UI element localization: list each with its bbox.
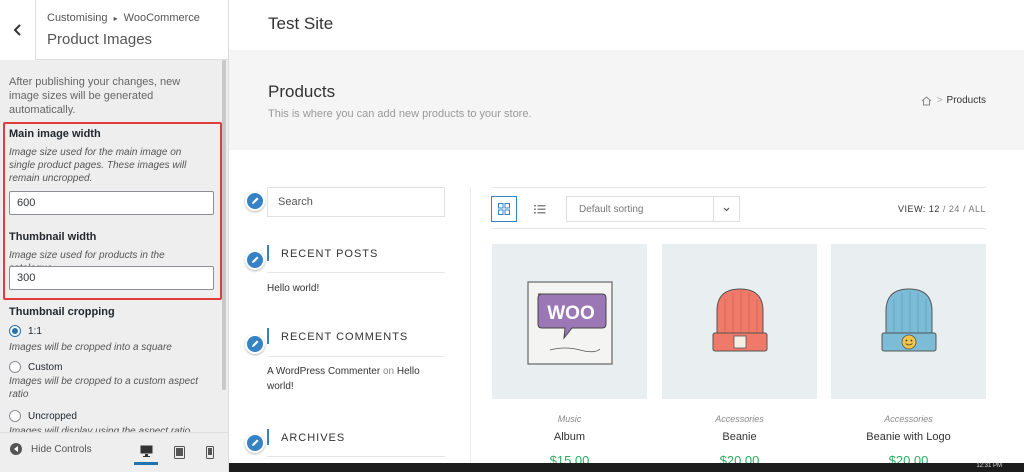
main-image-width-label: Main image width — [9, 128, 101, 140]
products-per-page: VIEW: 12 / 24 / ALL — [898, 204, 986, 214]
product-image[interactable] — [831, 244, 986, 399]
tablet-icon — [173, 445, 185, 459]
mobile-icon — [206, 445, 214, 459]
page-title: Products — [268, 82, 336, 101]
edit-widget-pencil-icon[interactable] — [245, 334, 265, 354]
product-name[interactable]: Album — [492, 431, 647, 443]
divider — [267, 456, 445, 457]
thumbnail-cropping-label: Thumbnail cropping — [9, 306, 115, 318]
main-image-width-description: Image size used for the main image on si… — [9, 147, 187, 184]
site-title[interactable]: Test Site — [268, 14, 333, 34]
radio-checked-icon[interactable] — [9, 325, 21, 337]
crop-option-description: Images will be cropped to a custom aspec… — [9, 376, 198, 400]
crop-option-label: Custom — [28, 361, 63, 373]
panel-title: Product Images — [47, 31, 153, 48]
publish-note: After publishing your changes, new image… — [9, 76, 181, 116]
product-image[interactable]: WOO — [492, 244, 647, 399]
crop-option-1-1[interactable]: 1:1 — [9, 325, 42, 337]
recent-comments-title: RECENT COMMENTS — [267, 328, 445, 344]
view-option-24[interactable]: 24 — [949, 204, 960, 214]
breadcrumb-section: WooCommerce — [123, 12, 200, 24]
sidebar-scrollbar[interactable] — [222, 60, 226, 390]
view-option-12[interactable]: 12 — [929, 204, 940, 214]
collapse-arrow-icon — [10, 443, 22, 455]
view-option-all[interactable]: ALL — [968, 204, 986, 214]
customizer-sidebar: Customising ▸ WooCommerce Product Images… — [0, 0, 229, 472]
crop-option-label: Uncropped — [28, 410, 77, 422]
list-view-button[interactable] — [527, 196, 553, 222]
mobile-preview-button[interactable] — [198, 439, 222, 465]
divider — [267, 272, 445, 273]
thumbnail-width-input[interactable] — [9, 266, 214, 290]
woo-album-icon: WOO — [526, 280, 613, 365]
breadcrumb-parent: Customising — [47, 12, 108, 24]
os-taskbar: 12:31 PM — [229, 463, 1024, 472]
crop-option-label: 1:1 — [28, 325, 42, 337]
home-icon[interactable] — [921, 95, 932, 106]
edit-widget-pencil-icon[interactable] — [245, 433, 265, 453]
crop-option-uncropped[interactable]: Uncropped — [9, 410, 77, 422]
breadcrumb-arrow: > — [936, 95, 943, 106]
svg-text:WOO: WOO — [547, 303, 595, 324]
desktop-preview-button[interactable] — [134, 439, 158, 465]
archives-title: ARCHIVES — [267, 429, 445, 445]
radio-icon[interactable] — [9, 410, 21, 422]
breadcrumb-current: Products — [946, 95, 986, 106]
view-separator: / — [962, 204, 966, 214]
grid-view-button[interactable] — [491, 196, 517, 222]
crop-option-custom[interactable]: Custom — [9, 361, 62, 373]
recent-comment: A WordPress Commenter on Hello world! — [267, 364, 445, 394]
page-description: This is where you can add new products t… — [268, 108, 532, 120]
hide-controls-button[interactable]: Hide Controls — [10, 443, 92, 455]
sidebar-breadcrumb: Customising ▸ WooCommerce — [47, 12, 200, 24]
product-category[interactable]: Music — [492, 414, 647, 424]
product-name[interactable]: Beanie — [662, 431, 817, 443]
crop-option-description: Images will be cropped into a square — [9, 342, 172, 353]
thumbnail-width-label: Thumbnail width — [9, 231, 97, 243]
sorting-value: Default sorting — [579, 203, 644, 215]
product-category[interactable]: Accessories — [831, 414, 986, 424]
sidebar-header: Customising ▸ WooCommerce Product Images — [0, 0, 228, 60]
radio-icon[interactable] — [9, 361, 21, 373]
edit-widget-pencil-icon[interactable] — [245, 250, 265, 270]
product-name[interactable]: Beanie with Logo — [831, 431, 986, 443]
product-category[interactable]: Accessories — [662, 414, 817, 424]
column-divider — [470, 187, 471, 472]
taskbar-clock: 12:31 PM — [976, 463, 1002, 469]
tablet-preview-button[interactable] — [167, 439, 191, 465]
back-button[interactable] — [0, 0, 36, 60]
divider — [267, 356, 445, 357]
search-input[interactable]: Search — [267, 187, 445, 217]
orange-beanie-icon — [712, 287, 767, 351]
list-icon — [534, 205, 546, 214]
edit-widget-pencil-icon[interactable] — [245, 191, 265, 211]
main-image-width-input[interactable] — [9, 191, 214, 215]
view-label: VIEW: — [898, 204, 926, 214]
comment-author-link[interactable]: A WordPress Commenter — [267, 366, 380, 377]
breadcrumb-separator: ▸ — [113, 14, 118, 23]
sorting-select[interactable]: Default sorting — [566, 196, 740, 222]
comment-on-text: on — [382, 366, 395, 377]
comment-post-link[interactable]: Hello — [397, 366, 420, 377]
grid-icon — [498, 203, 510, 215]
view-separator: / — [942, 204, 946, 214]
product-card[interactable]: WOO Music Album $15.00 — [492, 244, 647, 468]
page-header: Products This is where you can add new p… — [229, 50, 1024, 150]
product-card[interactable]: Accessories Beanie $20.00 — [662, 244, 817, 468]
chevron-down-icon — [713, 197, 739, 221]
blue-beanie-logo-icon — [881, 287, 936, 351]
site-preview: Test Site Products This is where you can… — [229, 0, 1024, 472]
chevron-left-icon — [13, 24, 21, 36]
shop-toolbar: Default sorting VIEW: 12 / 24 / ALL — [491, 187, 986, 229]
product-image[interactable] — [662, 244, 817, 399]
comment-post-link-cont[interactable]: world! — [267, 381, 294, 392]
hide-controls-label: Hide Controls — [31, 443, 92, 455]
product-card[interactable]: Accessories Beanie with Logo $20.00 — [831, 244, 986, 468]
sidebar-footer: Hide Controls — [0, 432, 228, 472]
desktop-icon — [140, 445, 152, 457]
recent-posts-title: RECENT POSTS — [267, 245, 445, 261]
page-breadcrumb: > Products — [921, 95, 986, 106]
recent-post-link[interactable]: Hello world! — [267, 281, 445, 296]
